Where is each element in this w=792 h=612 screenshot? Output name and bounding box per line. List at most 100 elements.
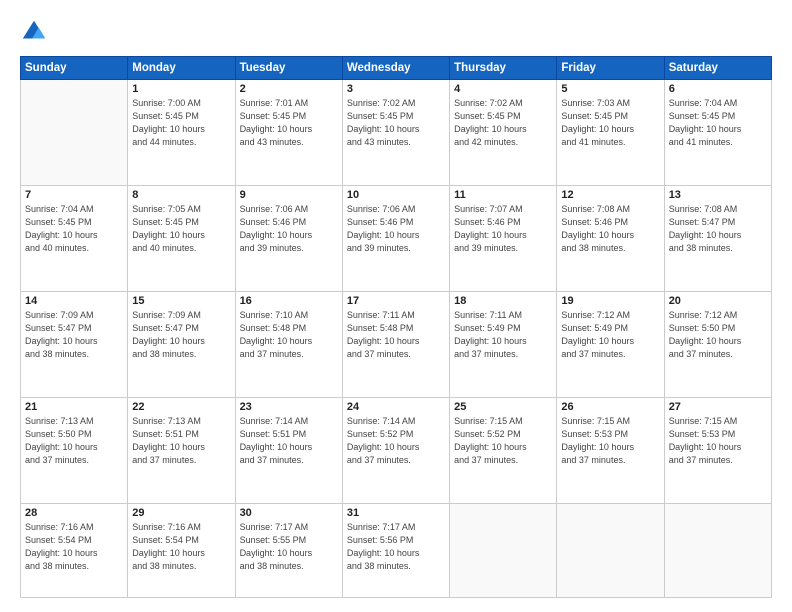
day-number: 14 [25, 295, 123, 307]
day-number: 5 [561, 83, 659, 95]
calendar-cell: 30 Sunrise: 7:17 AM Sunset: 5:55 PM Dayli… [235, 504, 342, 598]
day-info: Sunrise: 7:00 AM Sunset: 5:45 PM Dayligh… [132, 97, 230, 149]
calendar-cell: 7 Sunrise: 7:04 AM Sunset: 5:45 PM Daylig… [21, 186, 128, 292]
day-number: 3 [347, 83, 445, 95]
logo-icon [20, 18, 48, 46]
calendar-cell: 14 Sunrise: 7:09 AM Sunset: 5:47 PM Dayli… [21, 292, 128, 398]
day-info: Sunrise: 7:07 AM Sunset: 5:46 PM Dayligh… [454, 203, 552, 255]
day-of-week-header: Sunday [21, 57, 128, 80]
day-info: Sunrise: 7:02 AM Sunset: 5:45 PM Dayligh… [454, 97, 552, 149]
day-number: 10 [347, 189, 445, 201]
day-number: 7 [25, 189, 123, 201]
day-number: 13 [669, 189, 767, 201]
day-number: 23 [240, 401, 338, 413]
calendar-cell [557, 504, 664, 598]
day-number: 25 [454, 401, 552, 413]
day-info: Sunrise: 7:06 AM Sunset: 5:46 PM Dayligh… [240, 203, 338, 255]
day-info: Sunrise: 7:08 AM Sunset: 5:46 PM Dayligh… [561, 203, 659, 255]
header [20, 18, 772, 46]
calendar-cell: 27Sunrise: 7:15 AM Sunset: 5:53 PM Dayli… [664, 398, 771, 504]
calendar-cell: 15 Sunrise: 7:09 AM Sunset: 5:47 PM Dayli… [128, 292, 235, 398]
day-info: Sunrise: 7:15 AM Sunset: 5:53 PM Dayligh… [561, 415, 659, 467]
calendar-cell: 11 Sunrise: 7:07 AM Sunset: 5:46 PM Dayli… [450, 186, 557, 292]
calendar-cell: 3 Sunrise: 7:02 AM Sunset: 5:45 PM Daylig… [342, 80, 449, 186]
day-info: Sunrise: 7:11 AM Sunset: 5:49 PM Dayligh… [454, 309, 552, 361]
calendar-cell: 12Sunrise: 7:08 AM Sunset: 5:46 PM Dayli… [557, 186, 664, 292]
day-info: Sunrise: 7:09 AM Sunset: 5:47 PM Dayligh… [25, 309, 123, 361]
day-info: Sunrise: 7:15 AM Sunset: 5:53 PM Dayligh… [669, 415, 767, 467]
calendar-cell: 20Sunrise: 7:12 AM Sunset: 5:50 PM Dayli… [664, 292, 771, 398]
calendar-table: SundayMondayTuesdayWednesdayThursdayFrid… [20, 56, 772, 598]
day-number: 8 [132, 189, 230, 201]
calendar-cell: 26Sunrise: 7:15 AM Sunset: 5:53 PM Dayli… [557, 398, 664, 504]
calendar-cell [21, 80, 128, 186]
day-number: 21 [25, 401, 123, 413]
calendar-cell: 16 Sunrise: 7:10 AM Sunset: 5:48 PM Dayli… [235, 292, 342, 398]
calendar-cell: 17 Sunrise: 7:11 AM Sunset: 5:48 PM Dayli… [342, 292, 449, 398]
day-of-week-header: Wednesday [342, 57, 449, 80]
day-info: Sunrise: 7:09 AM Sunset: 5:47 PM Dayligh… [132, 309, 230, 361]
day-info: Sunrise: 7:04 AM Sunset: 5:45 PM Dayligh… [25, 203, 123, 255]
day-number: 11 [454, 189, 552, 201]
calendar-cell: 18 Sunrise: 7:11 AM Sunset: 5:49 PM Dayli… [450, 292, 557, 398]
day-info: Sunrise: 7:02 AM Sunset: 5:45 PM Dayligh… [347, 97, 445, 149]
calendar-cell: 28 Sunrise: 7:16 AM Sunset: 5:54 PM Dayli… [21, 504, 128, 598]
calendar-cell: 21 Sunrise: 7:13 AM Sunset: 5:50 PM Dayli… [21, 398, 128, 504]
day-info: Sunrise: 7:15 AM Sunset: 5:52 PM Dayligh… [454, 415, 552, 467]
day-of-week-header: Friday [557, 57, 664, 80]
day-info: Sunrise: 7:12 AM Sunset: 5:49 PM Dayligh… [561, 309, 659, 361]
calendar-cell: 31Sunrise: 7:17 AM Sunset: 5:56 PM Dayli… [342, 504, 449, 598]
day-of-week-header: Tuesday [235, 57, 342, 80]
calendar-week-row: 28 Sunrise: 7:16 AM Sunset: 5:54 PM Dayli… [21, 504, 772, 598]
calendar-cell: 29Sunrise: 7:16 AM Sunset: 5:54 PM Dayli… [128, 504, 235, 598]
day-number: 1 [132, 83, 230, 95]
day-info: Sunrise: 7:11 AM Sunset: 5:48 PM Dayligh… [347, 309, 445, 361]
calendar-header: SundayMondayTuesdayWednesdayThursdayFrid… [21, 57, 772, 80]
calendar-cell: 24Sunrise: 7:14 AM Sunset: 5:52 PM Dayli… [342, 398, 449, 504]
day-number: 28 [25, 507, 123, 519]
day-info: Sunrise: 7:03 AM Sunset: 5:45 PM Dayligh… [561, 97, 659, 149]
calendar-cell: 25 Sunrise: 7:15 AM Sunset: 5:52 PM Dayli… [450, 398, 557, 504]
calendar-week-row: 14 Sunrise: 7:09 AM Sunset: 5:47 PM Dayli… [21, 292, 772, 398]
day-info: Sunrise: 7:10 AM Sunset: 5:48 PM Dayligh… [240, 309, 338, 361]
day-info: Sunrise: 7:17 AM Sunset: 5:56 PM Dayligh… [347, 521, 445, 573]
day-number: 2 [240, 83, 338, 95]
calendar-cell: 10 Sunrise: 7:06 AM Sunset: 5:46 PM Dayli… [342, 186, 449, 292]
day-info: Sunrise: 7:05 AM Sunset: 5:45 PM Dayligh… [132, 203, 230, 255]
logo [20, 18, 52, 46]
day-number: 17 [347, 295, 445, 307]
day-info: Sunrise: 7:13 AM Sunset: 5:50 PM Dayligh… [25, 415, 123, 467]
day-info: Sunrise: 7:12 AM Sunset: 5:50 PM Dayligh… [669, 309, 767, 361]
calendar-week-row: 1 Sunrise: 7:00 AM Sunset: 5:45 PM Daylig… [21, 80, 772, 186]
day-number: 29 [132, 507, 230, 519]
day-number: 30 [240, 507, 338, 519]
calendar-cell: 1 Sunrise: 7:00 AM Sunset: 5:45 PM Daylig… [128, 80, 235, 186]
calendar-cell: 8 Sunrise: 7:05 AM Sunset: 5:45 PM Daylig… [128, 186, 235, 292]
day-number: 18 [454, 295, 552, 307]
day-info: Sunrise: 7:08 AM Sunset: 5:47 PM Dayligh… [669, 203, 767, 255]
day-number: 15 [132, 295, 230, 307]
day-number: 22 [132, 401, 230, 413]
day-of-week-header: Monday [128, 57, 235, 80]
calendar-cell: 4Sunrise: 7:02 AM Sunset: 5:45 PM Daylig… [450, 80, 557, 186]
day-number: 16 [240, 295, 338, 307]
day-info: Sunrise: 7:14 AM Sunset: 5:51 PM Dayligh… [240, 415, 338, 467]
days-of-week-row: SundayMondayTuesdayWednesdayThursdayFrid… [21, 57, 772, 80]
page: SundayMondayTuesdayWednesdayThursdayFrid… [0, 0, 792, 612]
calendar-cell: 22 Sunrise: 7:13 AM Sunset: 5:51 PM Dayli… [128, 398, 235, 504]
day-number: 9 [240, 189, 338, 201]
day-info: Sunrise: 7:16 AM Sunset: 5:54 PM Dayligh… [25, 521, 123, 573]
calendar-cell: 19 Sunrise: 7:12 AM Sunset: 5:49 PM Dayli… [557, 292, 664, 398]
day-info: Sunrise: 7:06 AM Sunset: 5:46 PM Dayligh… [347, 203, 445, 255]
day-info: Sunrise: 7:14 AM Sunset: 5:52 PM Dayligh… [347, 415, 445, 467]
day-number: 6 [669, 83, 767, 95]
calendar-body: 1 Sunrise: 7:00 AM Sunset: 5:45 PM Daylig… [21, 80, 772, 598]
calendar-cell: 5 Sunrise: 7:03 AM Sunset: 5:45 PM Daylig… [557, 80, 664, 186]
calendar-week-row: 21 Sunrise: 7:13 AM Sunset: 5:50 PM Dayli… [21, 398, 772, 504]
day-info: Sunrise: 7:13 AM Sunset: 5:51 PM Dayligh… [132, 415, 230, 467]
calendar-week-row: 7 Sunrise: 7:04 AM Sunset: 5:45 PM Daylig… [21, 186, 772, 292]
day-number: 19 [561, 295, 659, 307]
day-info: Sunrise: 7:17 AM Sunset: 5:55 PM Dayligh… [240, 521, 338, 573]
calendar-cell: 6Sunrise: 7:04 AM Sunset: 5:45 PM Daylig… [664, 80, 771, 186]
day-of-week-header: Saturday [664, 57, 771, 80]
